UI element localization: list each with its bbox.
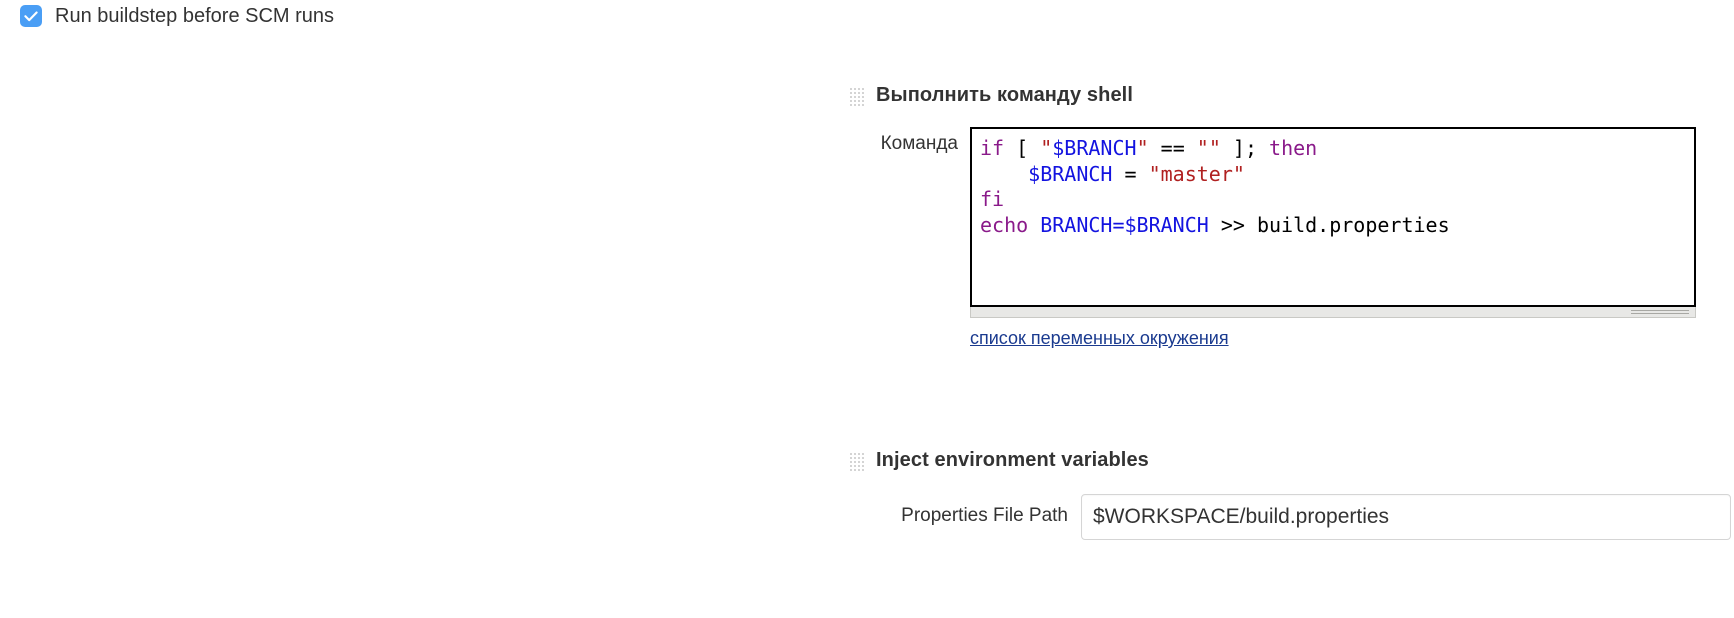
properties-file-path-row: Properties File Path $WORKSPACE/build.pr… — [850, 494, 1731, 540]
builder-block-header: Inject environment variables — [850, 449, 1731, 472]
properties-file-path-label: Properties File Path — [901, 505, 1068, 526]
drag-handle-icon[interactable] — [850, 450, 864, 471]
builder-block-title: Inject environment variables — [876, 449, 1149, 471]
run-buildstep-before-scm-label: Run buildstep before SCM runs — [55, 5, 335, 27]
code-line: $BRANCH = "master" — [980, 162, 1694, 188]
env-variables-list-link[interactable]: список переменных окружения — [970, 328, 1229, 349]
code-token: $BRANCH — [1028, 161, 1113, 186]
run-buildstep-before-scm-checkbox[interactable] — [20, 5, 42, 27]
code-token: "master" — [1148, 161, 1245, 186]
code-token: ]; — [1220, 136, 1270, 160]
code-token: [ — [1004, 136, 1041, 160]
code-line: echo BRANCH=$BRANCH >> build.properties — [980, 213, 1694, 239]
code-line: if [ "$BRANCH" == "" ]; then — [980, 136, 1694, 162]
properties-file-path-input[interactable]: $WORKSPACE/build.properties — [1081, 494, 1731, 540]
code-token: then — [1269, 136, 1318, 160]
command-editor-resize-bar[interactable] — [970, 307, 1696, 318]
builder-block-header: Выполнить команду shell — [850, 84, 1696, 107]
code-token: if — [980, 136, 1005, 160]
code-token: echo — [980, 212, 1029, 237]
code-token: "" — [1196, 136, 1221, 160]
command-field-label: Команда — [880, 133, 958, 154]
run-buildstep-before-scm-row[interactable]: Run buildstep before SCM runs — [20, 4, 334, 28]
code-token: == — [1148, 136, 1197, 160]
command-editor-wrapper: if [ "$BRANCH" == "" ]; then $BRANCH = "… — [970, 127, 1696, 349]
command-code-editor[interactable]: if [ "$BRANCH" == "" ]; then $BRANCH = "… — [970, 127, 1696, 307]
code-token: " — [1136, 136, 1149, 160]
builder-block-inject-env: Inject environment variables Properties … — [850, 449, 1731, 540]
code-token: >> build.properties — [1208, 212, 1450, 237]
code-line: fi — [980, 187, 1694, 213]
code-token: $BRANCH — [1052, 136, 1137, 160]
resize-grip-icon — [1631, 310, 1689, 314]
code-token: BRANCH=$BRANCH — [1040, 212, 1209, 237]
drag-handle-icon[interactable] — [850, 85, 864, 106]
builder-block-execute-shell: Выполнить команду shell Команда if [ "$B… — [850, 84, 1696, 349]
code-token: = — [1112, 161, 1149, 186]
code-token: " — [1040, 136, 1053, 160]
command-field-row: Команда if [ "$BRANCH" == "" ]; then $BR… — [850, 127, 1696, 349]
builder-block-title: Выполнить команду shell — [876, 84, 1133, 106]
code-token: fi — [980, 187, 1005, 211]
